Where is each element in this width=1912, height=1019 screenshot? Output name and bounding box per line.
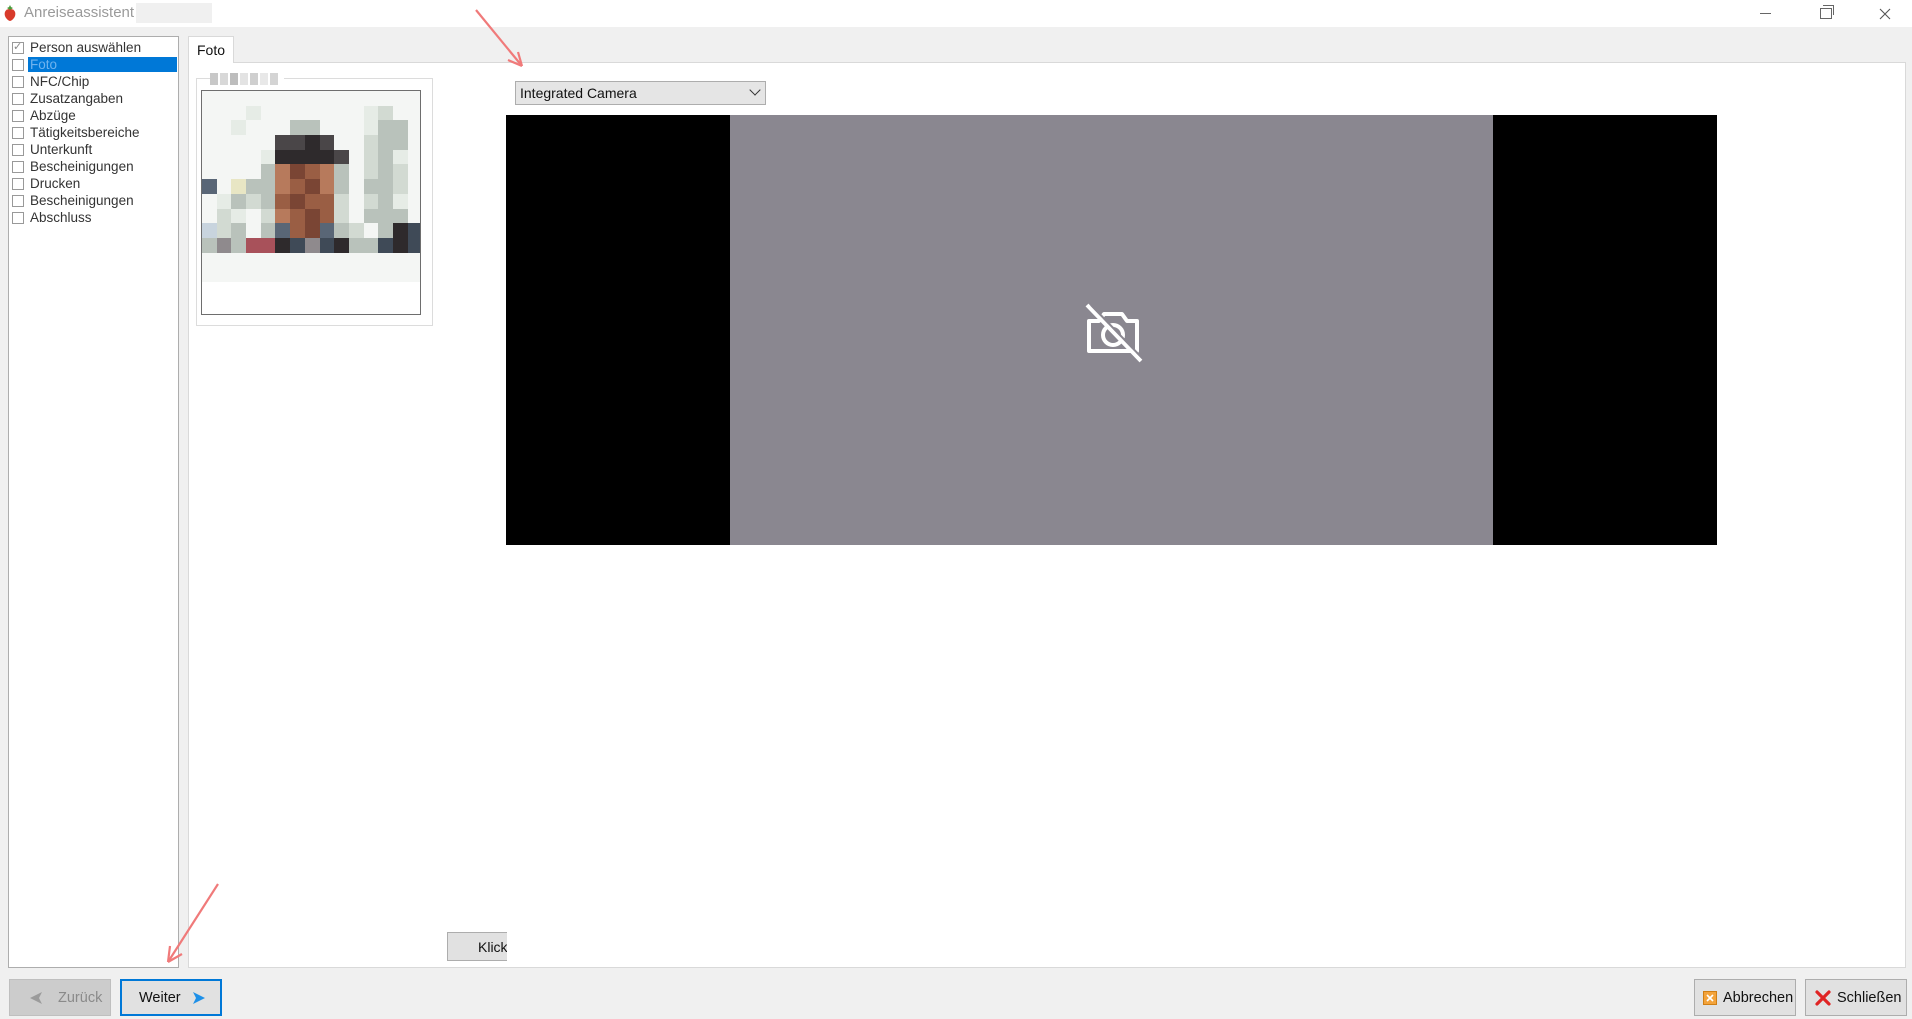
strawberry-app-icon	[4, 5, 16, 21]
close-icon	[1879, 8, 1891, 19]
pixelated-face-image	[202, 91, 420, 282]
minimize-button[interactable]	[1736, 0, 1794, 27]
person-photo	[201, 90, 421, 315]
nav-step-item[interactable]: Bescheinigungen	[11, 192, 177, 209]
annotation-arrow-next	[166, 883, 219, 963]
title-bar: Anreiseassistent	[0, 0, 1912, 27]
close-button-label: Schließen	[1837, 989, 1902, 1006]
nav-step-label: Foto	[28, 57, 177, 72]
restore-button[interactable]	[1797, 0, 1855, 27]
nav-step-label: Tätigkeitsbereiche	[30, 125, 140, 140]
nav-step-label: Unterkunft	[30, 142, 93, 157]
annotation-arrow-camera	[475, 9, 524, 68]
close-button[interactable]: Schließen	[1805, 979, 1907, 1016]
nav-step-item[interactable]: Drucken	[11, 175, 177, 192]
nav-step-label: Bescheinigungen	[30, 159, 134, 174]
nav-step-label: Abschluss	[30, 210, 92, 225]
arrow-right-icon	[192, 991, 205, 1004]
restore-icon	[1820, 5, 1834, 19]
camera-preview	[506, 115, 1717, 545]
camera-select-value: Integrated Camera	[520, 85, 637, 101]
nav-step-item[interactable]: Foto	[11, 56, 177, 73]
nav-step-item[interactable]: Abzüge	[11, 107, 177, 124]
nav-step-item[interactable]: Person auswählen	[11, 39, 177, 56]
nav-step-item[interactable]: Abschluss	[11, 209, 177, 226]
nav-step-label: Zusatzangaben	[30, 91, 124, 106]
tab-foto[interactable]: Foto	[188, 36, 234, 63]
nav-step-item[interactable]: Tätigkeitsbereiche	[11, 124, 177, 141]
step-checkbox[interactable]	[12, 177, 24, 190]
step-checkbox[interactable]	[12, 92, 24, 105]
nav-step-item[interactable]: Unterkunft	[11, 141, 177, 158]
nav-step-label: Bescheinigungen	[30, 193, 134, 208]
step-checkbox[interactable]	[12, 211, 24, 224]
back-button-label: Zurück	[58, 989, 103, 1006]
redacted-photo-caption	[210, 72, 284, 88]
cancel-icon	[1703, 990, 1717, 1005]
nav-step-item[interactable]: Bescheinigungen	[11, 158, 177, 175]
next-button-label: Weiter	[139, 989, 181, 1006]
chevron-down-icon	[749, 84, 761, 96]
nav-step-label: NFC/Chip	[30, 74, 90, 89]
nav-step-item[interactable]: Zusatzangaben	[11, 90, 177, 107]
nav-step-label: Person auswählen	[30, 40, 142, 55]
minimize-icon	[1759, 13, 1771, 14]
arrow-left-icon	[30, 991, 42, 1004]
camera-preview-frame	[730, 115, 1493, 545]
next-button[interactable]: Weiter	[120, 979, 222, 1016]
back-button[interactable]: Zurück	[9, 979, 111, 1016]
camera-select[interactable]: Integrated Camera	[515, 81, 766, 105]
step-checkbox[interactable]	[12, 194, 24, 207]
step-checkbox[interactable]	[12, 126, 24, 139]
redacted-title-suffix	[136, 3, 212, 23]
nav-step-item[interactable]: NFC/Chip	[11, 73, 177, 90]
close-window-button[interactable]	[1856, 0, 1912, 27]
window-title: Anreiseassistent	[24, 4, 135, 21]
step-checkbox[interactable]	[12, 143, 24, 156]
camera-off-icon	[1085, 303, 1145, 363]
close-x-icon	[1815, 989, 1831, 1006]
step-checkbox[interactable]	[12, 109, 24, 122]
step-checkbox[interactable]	[12, 58, 24, 71]
step-checkbox[interactable]	[12, 75, 24, 88]
cancel-button-label: Abbrechen	[1723, 989, 1794, 1006]
wizard-step-list: Person auswählen Foto NFC/Chip Zusatzangabe…	[8, 36, 179, 968]
step-checkbox[interactable]	[12, 40, 24, 54]
klick-button[interactable]: Klick	[447, 932, 507, 961]
nav-step-label: Abzüge	[30, 108, 76, 123]
nav-step-label: Drucken	[30, 176, 81, 191]
cancel-button[interactable]: Abbrechen	[1694, 979, 1796, 1016]
step-checkbox[interactable]	[12, 160, 24, 173]
